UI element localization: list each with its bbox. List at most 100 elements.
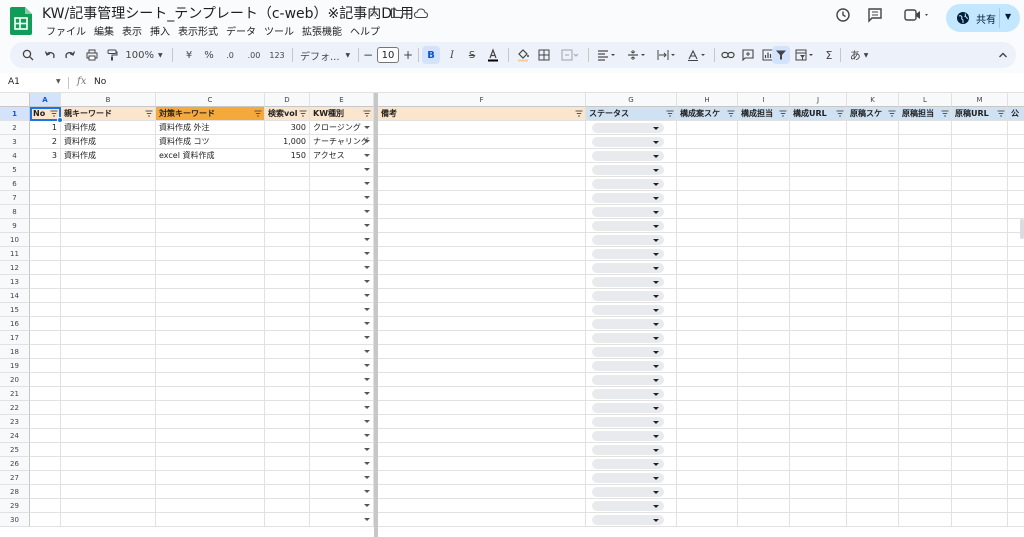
dropdown-chevron-icon[interactable] — [364, 140, 370, 143]
dropdown-chevron-icon[interactable] — [364, 238, 370, 241]
table-cell[interactable] — [586, 261, 677, 275]
table-cell[interactable] — [156, 219, 265, 233]
table-cell[interactable] — [310, 485, 374, 499]
table-cell[interactable] — [61, 261, 156, 275]
table-cell[interactable] — [265, 499, 310, 513]
status-dropdown-chip[interactable] — [592, 501, 664, 511]
table-cell[interactable] — [30, 247, 61, 261]
status-dropdown-chip[interactable] — [592, 277, 664, 287]
table-cell[interactable] — [1008, 359, 1024, 373]
table-cell[interactable] — [952, 499, 1008, 513]
table-cell[interactable] — [378, 471, 586, 485]
status-dropdown-chip[interactable] — [592, 319, 664, 329]
table-cell[interactable] — [1008, 415, 1024, 429]
status-dropdown-chip[interactable] — [592, 123, 664, 133]
header-cell[interactable]: KW種別 — [310, 107, 374, 121]
table-cell[interactable] — [790, 191, 847, 205]
column-header-C[interactable]: C — [156, 93, 265, 107]
font-select[interactable]: デフォ... ▼ — [300, 46, 354, 64]
table-cell[interactable] — [677, 415, 738, 429]
table-cell[interactable] — [847, 429, 899, 443]
table-cell[interactable] — [586, 289, 677, 303]
table-cell[interactable] — [847, 177, 899, 191]
table-cell[interactable] — [61, 513, 156, 527]
row-header[interactable]: 19 — [0, 359, 30, 373]
menu-tools[interactable]: ツール — [260, 22, 298, 39]
column-filter-icon[interactable] — [888, 110, 896, 118]
table-cell[interactable] — [61, 317, 156, 331]
table-cell[interactable] — [310, 387, 374, 401]
table-cell[interactable] — [847, 289, 899, 303]
table-cell[interactable] — [899, 443, 952, 457]
status-dropdown-chip[interactable] — [592, 193, 664, 203]
filter-button[interactable] — [772, 46, 790, 64]
table-cell[interactable] — [310, 317, 374, 331]
table-cell[interactable] — [738, 261, 790, 275]
table-cell[interactable] — [378, 513, 586, 527]
table-cell[interactable] — [738, 149, 790, 163]
table-cell[interactable] — [378, 219, 586, 233]
table-cell[interactable] — [586, 359, 677, 373]
table-cell[interactable] — [378, 205, 586, 219]
table-cell[interactable] — [586, 331, 677, 345]
table-cell[interactable] — [265, 177, 310, 191]
table-cell[interactable] — [378, 499, 586, 513]
row-header[interactable]: 29 — [0, 499, 30, 513]
table-cell[interactable] — [738, 177, 790, 191]
table-cell[interactable] — [952, 289, 1008, 303]
table-cell[interactable] — [156, 303, 265, 317]
table-cell[interactable] — [1008, 345, 1024, 359]
table-cell[interactable] — [30, 275, 61, 289]
table-cell[interactable] — [899, 513, 952, 527]
table-cell[interactable] — [1008, 317, 1024, 331]
table-cell[interactable] — [790, 303, 847, 317]
table-cell[interactable] — [30, 373, 61, 387]
increase-decimal-button[interactable]: .00 — [244, 46, 264, 64]
table-cell[interactable] — [310, 275, 374, 289]
table-cell[interactable] — [378, 331, 586, 345]
table-cell[interactable]: excel 資料作成 — [156, 149, 265, 163]
table-cell[interactable] — [790, 219, 847, 233]
table-cell[interactable] — [30, 317, 61, 331]
table-cell[interactable] — [738, 499, 790, 513]
more-formats-button[interactable]: 123 — [268, 46, 286, 64]
column-header-D[interactable]: D — [265, 93, 310, 107]
header-cell[interactable]: 親キーワード — [61, 107, 156, 121]
table-cell[interactable] — [677, 471, 738, 485]
table-cell[interactable] — [586, 317, 677, 331]
vertical-align-button[interactable] — [624, 46, 650, 64]
table-cell[interactable] — [265, 387, 310, 401]
status-dropdown-chip[interactable] — [592, 459, 664, 469]
status-dropdown-chip[interactable] — [592, 165, 664, 175]
table-cell[interactable] — [156, 457, 265, 471]
table-cell[interactable] — [899, 275, 952, 289]
table-cell[interactable] — [677, 317, 738, 331]
row-header[interactable]: 9 — [0, 219, 30, 233]
table-cell[interactable] — [847, 191, 899, 205]
row-header[interactable]: 28 — [0, 485, 30, 499]
table-cell[interactable] — [677, 303, 738, 317]
table-cell[interactable] — [847, 303, 899, 317]
table-cell[interactable] — [738, 163, 790, 177]
table-cell[interactable] — [677, 457, 738, 471]
menu-view[interactable]: 表示 — [118, 22, 146, 39]
table-cell[interactable] — [586, 121, 677, 135]
table-cell[interactable] — [790, 261, 847, 275]
table-cell[interactable] — [265, 261, 310, 275]
table-cell[interactable] — [899, 345, 952, 359]
table-cell[interactable] — [310, 177, 374, 191]
table-cell[interactable] — [677, 443, 738, 457]
dropdown-chevron-icon[interactable] — [364, 378, 370, 381]
table-cell[interactable] — [61, 177, 156, 191]
table-cell[interactable] — [378, 429, 586, 443]
table-cell[interactable] — [738, 345, 790, 359]
spreadsheet-grid[interactable]: A B C D E F G H I J K L M 1 No 親キーワード 対策キーワード 検索vol KW種別 備考… — [0, 93, 1024, 537]
table-cell[interactable] — [586, 205, 677, 219]
table-cell[interactable] — [378, 443, 586, 457]
table-cell[interactable] — [899, 149, 952, 163]
table-cell[interactable] — [790, 443, 847, 457]
table-cell[interactable] — [738, 135, 790, 149]
table-cell[interactable] — [586, 135, 677, 149]
fill-color-button[interactable] — [514, 46, 532, 64]
row-header[interactable]: 24 — [0, 429, 30, 443]
